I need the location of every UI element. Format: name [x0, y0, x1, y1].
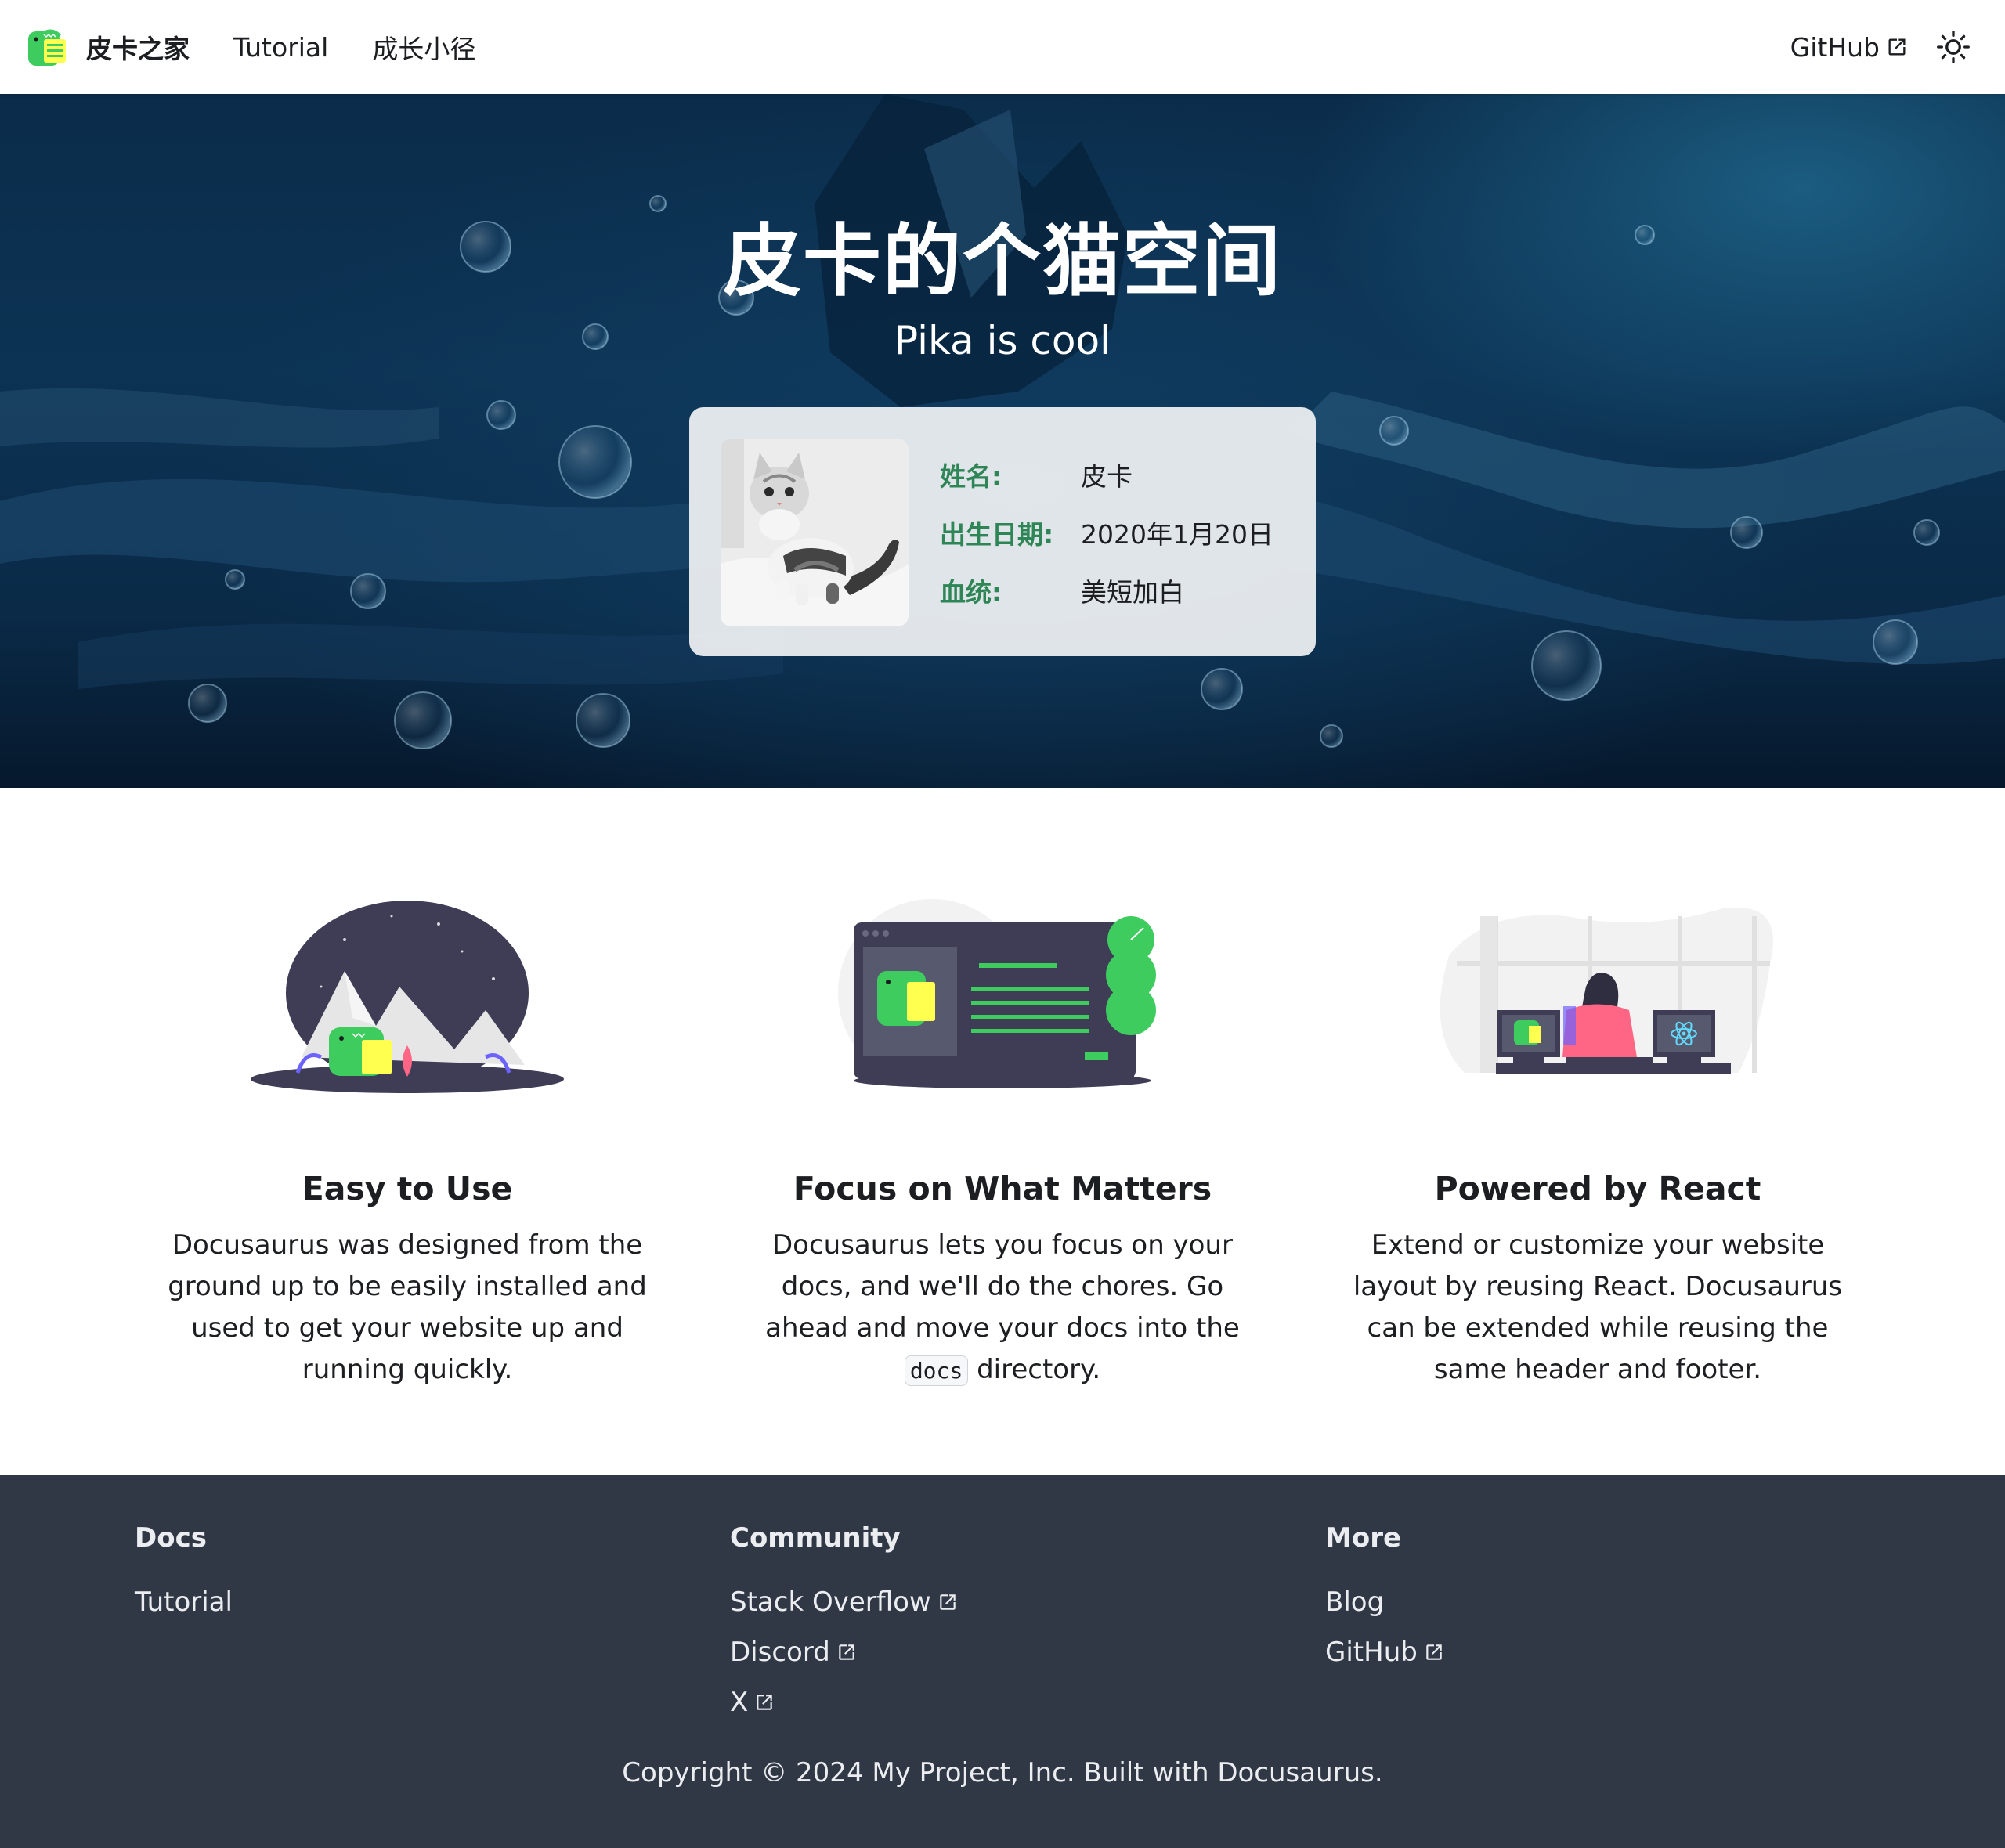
sun-icon	[1937, 31, 1970, 63]
profile-breed-value: 美短加白	[1081, 577, 1184, 608]
navbar: 皮卡之家 Tutorial 成长小径 GitHub	[0, 0, 2005, 94]
profile-row-name: 姓名: 皮卡	[940, 456, 1133, 493]
footer-link-x[interactable]: X	[730, 1677, 958, 1727]
footer-link-label: Tutorial	[135, 1586, 233, 1618]
feature-powered-by-react: Powered by React Extend or customize you…	[1331, 893, 1864, 1391]
feature-easy-to-use: Easy to Use Docusaurus was designed from…	[141, 893, 674, 1391]
hero-subtitle: Pika is cool	[894, 318, 1111, 363]
profile-breed-label: 血统:	[940, 577, 1002, 608]
footer-link-github[interactable]: GitHub	[1325, 1627, 1444, 1677]
hero-title: 皮卡的个猫空间	[723, 215, 1282, 307]
profile-row-breed: 血统: 美短加白	[940, 572, 1184, 609]
brand-title: 皮卡之家	[86, 34, 190, 64]
footer-link-blog[interactable]: Blog	[1325, 1577, 1444, 1627]
profile-birth-value: 2020年1月20日	[1081, 519, 1273, 550]
docs-screen-illustration	[838, 899, 1156, 1088]
nav-link-growth-path[interactable]: 成长小径	[372, 28, 475, 66]
footer-copyright: Copyright © 2024 My Project, Inc. Built …	[622, 1757, 1383, 1788]
feature-description-text: Docusaurus lets you focus on your docs, …	[765, 1229, 1240, 1344]
footer-link-stack-overflow[interactable]: Stack Overflow	[730, 1577, 958, 1627]
feature-title: Easy to Use	[302, 1170, 513, 1207]
footer-link-label: X	[730, 1687, 749, 1718]
external-link-icon	[1888, 38, 1906, 56]
external-link-icon	[940, 1594, 956, 1610]
footer-column-docs: Docs Tutorial	[135, 1522, 233, 1627]
footer-link-label: GitHub	[1325, 1637, 1418, 1668]
inline-code: docs	[904, 1355, 969, 1386]
profile-row-birth: 出生日期: 2020年1月20日	[940, 514, 1273, 551]
feature-title: Focus on What Matters	[793, 1170, 1212, 1207]
feature-title: Powered by React	[1434, 1170, 1761, 1207]
feature-description-text-end: directory.	[977, 1354, 1101, 1385]
external-link-icon	[839, 1644, 854, 1660]
profile-birth-label: 出生日期:	[940, 519, 1054, 550]
mountain-illustration	[251, 901, 564, 1093]
feature-description: Extend or customize your website layout …	[1353, 1229, 1843, 1385]
feature-description: Docusaurus was designed from the ground …	[168, 1229, 647, 1385]
react-workstation-illustration	[1440, 907, 1773, 1074]
cat-profile-card: 姓名: 皮卡 出生日期: 2020年1月20日 血统: 美短加白	[689, 407, 1316, 656]
hero-banner: 皮卡的个猫空间 Pika is cool 姓名: 皮卡 出生日期: 2020年1…	[0, 94, 2005, 788]
dinosaur-logo-icon	[28, 29, 66, 66]
footer-link-label: Stack Overflow	[730, 1586, 931, 1618]
external-link-icon	[757, 1695, 773, 1710]
site-footer: Docs Tutorial Community Stack Overflow D…	[0, 1475, 2005, 1848]
footer-column-title: More	[1325, 1522, 1402, 1554]
nav-github-label: GitHub	[1790, 31, 1880, 63]
feature-description: Docusaurus lets you focus on your docs, …	[752, 1225, 1253, 1391]
footer-link-tutorial[interactable]: Tutorial	[135, 1577, 233, 1627]
nav-link-tutorial[interactable]: Tutorial	[233, 32, 328, 63]
footer-column-title: Community	[730, 1522, 901, 1554]
brand-link[interactable]: 皮卡之家	[25, 23, 190, 70]
profile-name-value: 皮卡	[1081, 461, 1133, 492]
footer-link-label: Blog	[1325, 1586, 1385, 1618]
footer-column-title: Docs	[135, 1522, 207, 1554]
theme-toggle-button[interactable]	[1930, 23, 1977, 70]
footer-column-more: More Blog GitHub	[1325, 1522, 1444, 1677]
footer-column-community: Community Stack Overflow Discord X	[730, 1522, 958, 1727]
navbar-right: GitHub	[1790, 23, 1977, 70]
footer-link-discord[interactable]: Discord	[730, 1627, 958, 1677]
profile-name-label: 姓名:	[940, 461, 1002, 492]
cat-photo	[721, 439, 909, 626]
external-link-icon	[1426, 1644, 1442, 1660]
footer-link-label: Discord	[730, 1637, 830, 1668]
nav-github-link[interactable]: GitHub	[1790, 32, 1908, 63]
feature-focus-on-what-matters: Focus on What Matters Docusaurus lets yo…	[736, 893, 1269, 1391]
